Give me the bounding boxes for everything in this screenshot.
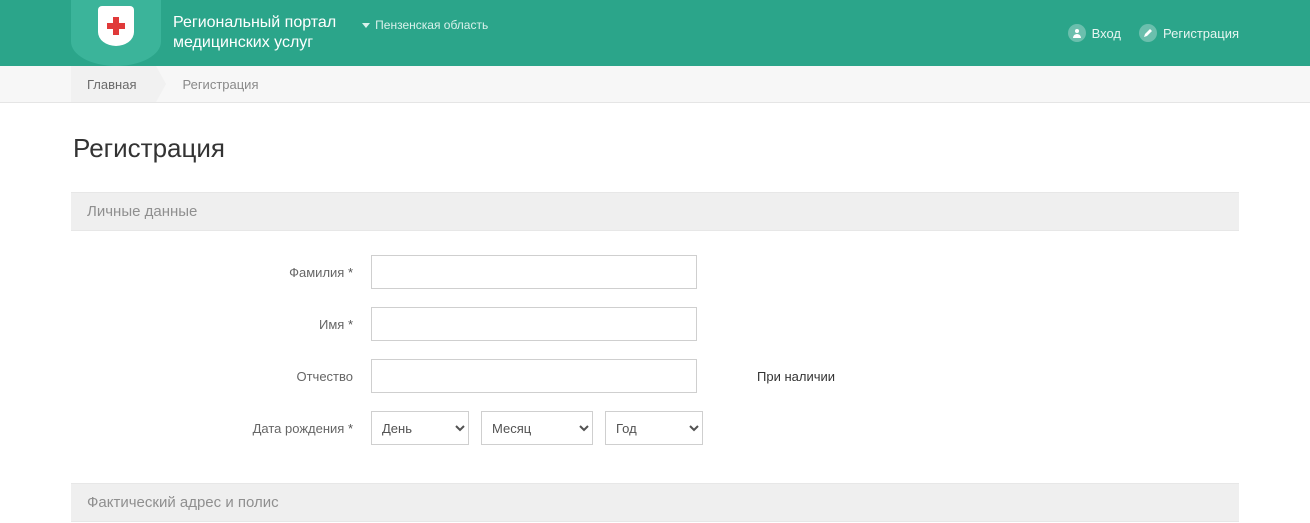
medical-cross-icon bbox=[107, 17, 125, 35]
patronymic-hint: При наличии bbox=[757, 369, 835, 384]
lastname-input[interactable] bbox=[371, 255, 697, 289]
register-link[interactable]: Регистрация bbox=[1139, 24, 1239, 42]
dob-month-select[interactable]: Месяц bbox=[481, 411, 593, 445]
page-content: Регистрация Личные данные Фамилия Имя От… bbox=[71, 103, 1239, 522]
dob-day-select[interactable]: День bbox=[371, 411, 469, 445]
patronymic-label: Отчество bbox=[71, 369, 371, 384]
breadcrumb-home-label: Главная bbox=[87, 77, 136, 92]
breadcrumb-current-label: Регистрация bbox=[182, 77, 258, 92]
register-label: Регистрация bbox=[1163, 26, 1239, 41]
row-firstname: Имя bbox=[71, 307, 1239, 341]
user-icon bbox=[1068, 24, 1086, 42]
dob-year-select[interactable]: Год bbox=[605, 411, 703, 445]
patronymic-input[interactable] bbox=[371, 359, 697, 393]
auth-links: Вход Регистрация bbox=[1068, 24, 1239, 42]
section-address-header: Фактический адрес и полис bbox=[71, 483, 1239, 522]
section-personal-header: Личные данные bbox=[71, 192, 1239, 231]
dob-label: Дата рождения bbox=[71, 421, 371, 436]
row-dob: Дата рождения День Месяц Год bbox=[71, 411, 1239, 445]
login-label: Вход bbox=[1092, 26, 1121, 41]
region-name: Пензенская область bbox=[375, 18, 488, 32]
lastname-label: Фамилия bbox=[71, 265, 371, 280]
brand-line1: Региональный портал bbox=[173, 13, 336, 33]
row-patronymic: Отчество При наличии bbox=[71, 359, 1239, 393]
brand-line2: медицинских услуг bbox=[173, 33, 336, 53]
site-title: Региональный портал медицинских услуг bbox=[173, 13, 336, 53]
pencil-icon bbox=[1139, 24, 1157, 42]
login-link[interactable]: Вход bbox=[1068, 24, 1121, 42]
breadcrumb-current: Регистрация bbox=[156, 66, 278, 102]
shield-icon bbox=[98, 6, 134, 46]
breadcrumb-bar: Главная Регистрация bbox=[0, 66, 1310, 103]
region-selector[interactable]: Пензенская область bbox=[362, 18, 488, 32]
breadcrumb: Главная Регистрация bbox=[71, 66, 1239, 102]
site-header: Региональный портал медицинских услуг Пе… bbox=[0, 0, 1310, 66]
page-title: Регистрация bbox=[71, 133, 1239, 164]
personal-data-form: Фамилия Имя Отчество При наличии Дата ро… bbox=[71, 231, 1239, 483]
row-lastname: Фамилия bbox=[71, 255, 1239, 289]
firstname-input[interactable] bbox=[371, 307, 697, 341]
breadcrumb-home[interactable]: Главная bbox=[71, 66, 156, 102]
firstname-label: Имя bbox=[71, 317, 371, 332]
site-logo[interactable] bbox=[71, 0, 161, 66]
chevron-down-icon bbox=[362, 23, 370, 28]
